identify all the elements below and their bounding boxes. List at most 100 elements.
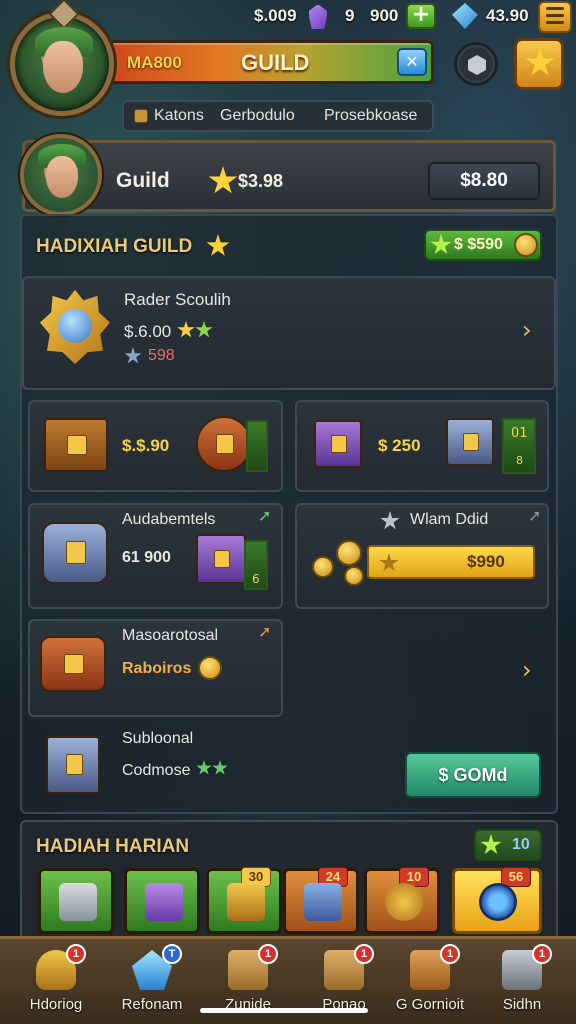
card1-gauge [246, 420, 268, 472]
star-icon [480, 834, 502, 855]
crystal-icon [452, 3, 478, 29]
guild-banner: MA800 GUILD ✕ [108, 40, 434, 84]
helmet-icon [59, 883, 97, 921]
card3-gauge: 6 [244, 540, 268, 590]
chest-icon [44, 418, 108, 472]
player-value-button[interactable]: $8.80 [428, 162, 540, 200]
coin-icon [336, 540, 362, 566]
card6-value: Codmose [122, 762, 191, 779]
nav-label: G Gornioit [395, 996, 465, 1013]
crystal-box-icon [46, 736, 100, 794]
card2-value: $ 250 [378, 436, 421, 455]
card2-gauge: 01 8 [502, 418, 536, 474]
share-button[interactable]: ✕ [397, 48, 427, 76]
star-icon [525, 48, 555, 76]
nav-badge: T [162, 944, 182, 964]
cannon-chest-icon [40, 636, 106, 692]
coin-icon [198, 656, 222, 680]
nav-label: Sidhn [502, 996, 542, 1013]
card2-gauge-top: 01 [511, 426, 528, 441]
daily-slot-4[interactable]: 24 [283, 867, 359, 934]
tab-katons[interactable]: Katons [154, 107, 204, 125]
guild-label: GUILD [241, 50, 310, 75]
coin-count: $.009 [254, 6, 297, 25]
guild-reward-pill[interactable]: $ $590 [424, 229, 542, 261]
claim-button[interactable]: $ GOMd [405, 752, 541, 798]
add-currency-button[interactable]: + [406, 3, 436, 29]
card4-bar-value: $990 [467, 552, 505, 571]
nav-badge: 1 [258, 944, 278, 964]
card4-progress-bar: $990 [367, 545, 535, 579]
card2-gauge-bottom: 8 [516, 454, 523, 467]
daily-slot-1[interactable] [38, 868, 114, 934]
guild-tag: MA800 [127, 53, 182, 72]
player-avatar[interactable] [20, 134, 102, 216]
card5-value: Raboiros [122, 660, 192, 677]
home-indicator[interactable] [200, 1008, 368, 1013]
purple-gem-icon [308, 4, 328, 30]
daily-slot-3[interactable]: 30 [206, 867, 282, 934]
chevron-right-icon[interactable]: › [522, 656, 532, 684]
purple-chest-icon [196, 534, 246, 584]
card4-title: Wlam Ddid [410, 511, 489, 528]
hammer-icon [227, 883, 265, 921]
gift-box-icon [314, 420, 362, 468]
nav-badge: 1 [66, 944, 86, 964]
feature-sub-value: 598 [148, 347, 175, 364]
nav-badge: 1 [532, 944, 552, 964]
nav-item-refonam[interactable]: T Refonam [104, 942, 200, 1022]
star-icon [379, 553, 399, 572]
purple-gem-count: 9 [345, 6, 355, 25]
chevron-right-icon[interactable]: › [522, 316, 532, 344]
hexagon-icon [468, 55, 486, 75]
guild-section-title: HADIXIAH GUILD [36, 236, 193, 257]
star-icon [430, 234, 452, 255]
nav-label: Refonam [121, 996, 183, 1013]
portal-icon [479, 883, 517, 921]
arrow-icon: ➚ [258, 622, 272, 641]
player-name: Guild [116, 169, 170, 192]
card1-value: $.$.90 [122, 436, 170, 455]
chest-icon [145, 883, 183, 921]
feature-value: $.6.00 [124, 322, 172, 341]
daily-reward-pill[interactable]: 10 [474, 829, 542, 861]
crossbow-chest-icon [446, 418, 494, 466]
leader-avatar[interactable] [10, 12, 114, 116]
menu-button[interactable] [538, 1, 572, 33]
arrow-icon: ➚ [528, 506, 542, 525]
tab-icon [134, 109, 148, 123]
arrow-icon: ➚ [258, 506, 272, 525]
daily-reward-value: 10 [512, 836, 530, 853]
crystal-count: 43.90 [486, 6, 529, 25]
coin-pile-icon [312, 556, 334, 578]
card5-title: Masoarotosal [122, 627, 219, 644]
daily-reward-title: HADIAH HARIAN [36, 836, 190, 857]
medal-icon [385, 883, 423, 921]
guild-tab-strip: Katons Gerbodulo Prosebkoase [122, 100, 434, 132]
nav-label: Hdoriog [29, 996, 83, 1013]
card3-title: Audabemtels [122, 511, 216, 528]
card3-gauge-value: 6 [252, 572, 260, 586]
tab-gerbodulo[interactable]: Gerbodulo [220, 107, 295, 125]
crossbow-icon [304, 883, 342, 921]
coin-icon [344, 566, 364, 586]
settings-button[interactable] [454, 42, 498, 86]
feature-card[interactable] [22, 276, 556, 390]
gold-count: 900 [370, 6, 399, 25]
gear-chest-icon [196, 416, 252, 472]
player-score: $3.98 [238, 171, 284, 191]
nav-badge: 1 [440, 944, 460, 964]
feature-title: Rader Scoulih [124, 290, 231, 309]
daily-slot-2[interactable] [124, 868, 200, 934]
nav-item-sidhn[interactable]: 1 Sidhn [474, 942, 570, 1022]
tab-prosebkoase[interactable]: Prosebkoase [324, 107, 417, 125]
daily-slot-6[interactable]: 56 [452, 867, 542, 934]
card6-title: Subloonal [122, 730, 194, 747]
favorite-button[interactable] [514, 38, 564, 90]
coin-icon [514, 233, 538, 257]
guild-reward-value: $ $590 [454, 236, 503, 253]
nav-item-hdoriog[interactable]: 1 Hdoriog [8, 942, 104, 1022]
nav-item-gornioit[interactable]: 1 G Gornioit [370, 942, 466, 1022]
daily-slot-5[interactable]: 10 [364, 867, 440, 934]
card3-value: 61 900 [122, 549, 171, 566]
